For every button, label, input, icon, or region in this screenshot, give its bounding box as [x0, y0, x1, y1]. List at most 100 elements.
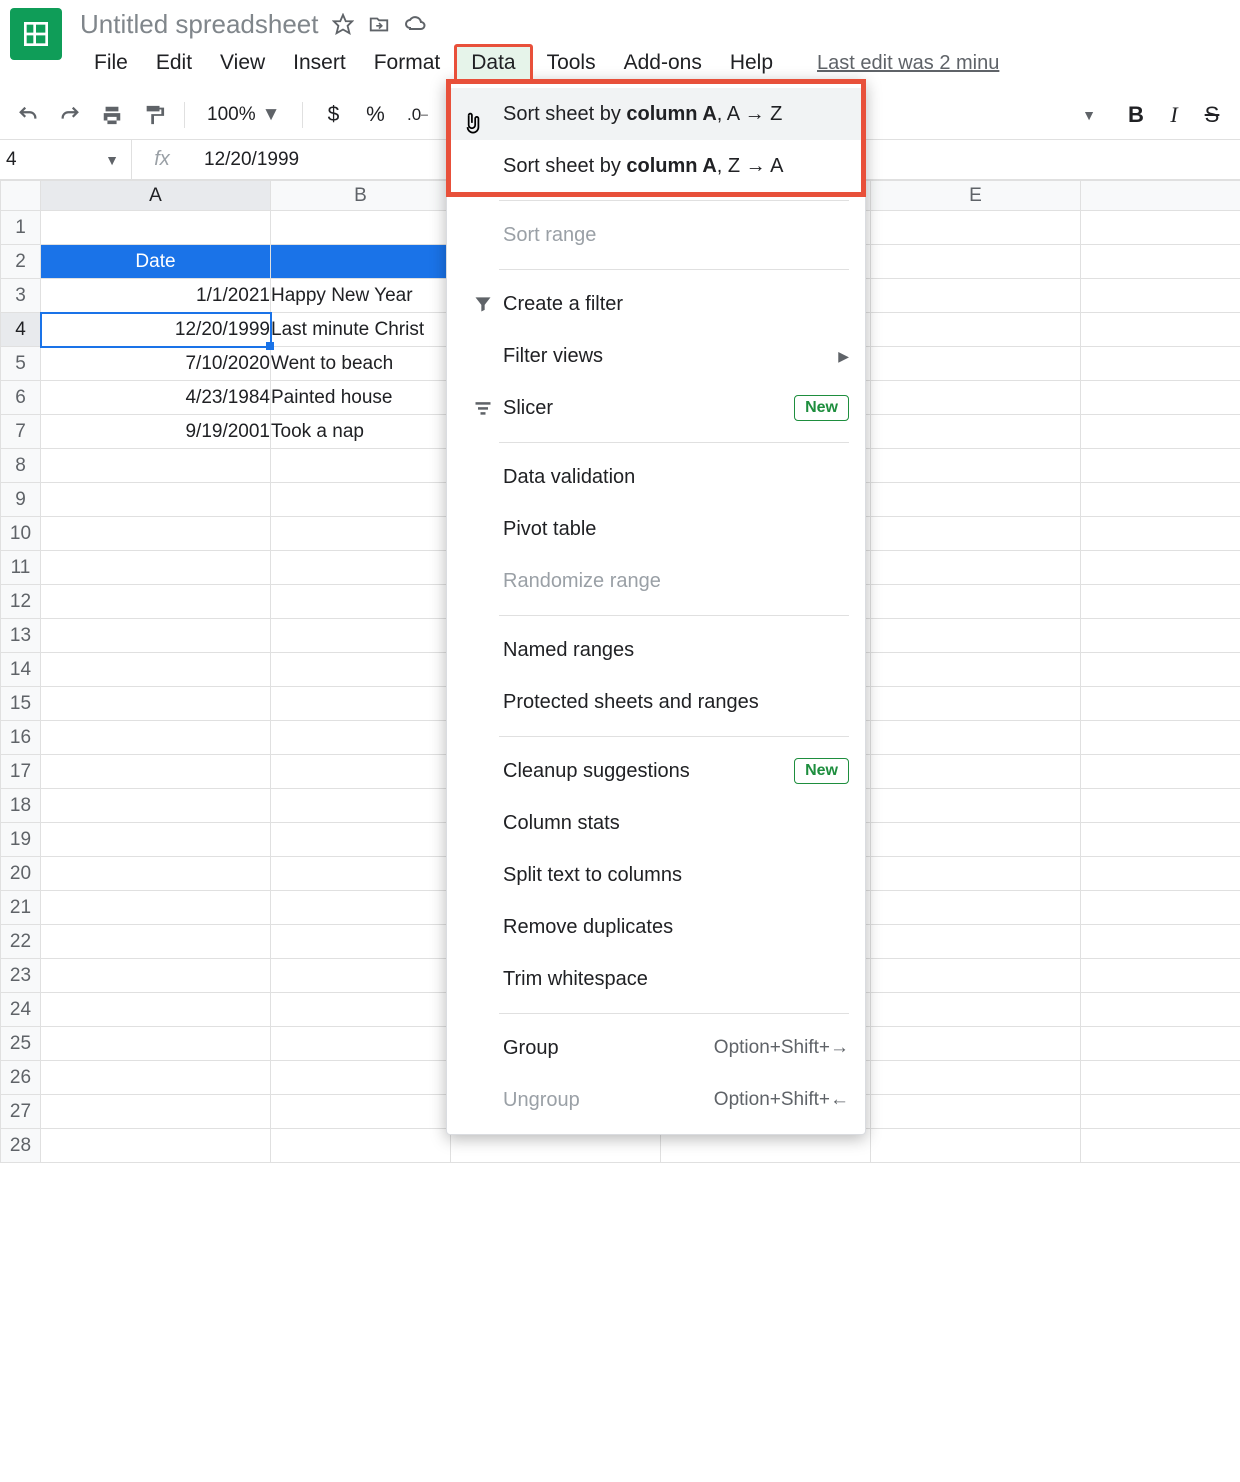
menu-protected[interactable]: Protected sheets and ranges [447, 676, 865, 728]
menu-insert[interactable]: Insert [279, 47, 360, 79]
row-header[interactable]: 9 [1, 483, 41, 517]
menu-view[interactable]: View [206, 47, 279, 79]
sheets-logo[interactable] [10, 8, 62, 60]
currency-button[interactable]: $ [315, 97, 351, 133]
row-header[interactable]: 24 [1, 993, 41, 1027]
caret-down-icon[interactable]: ▼ [1082, 107, 1096, 123]
menu-sort-range: Sort range [447, 209, 865, 261]
cell[interactable]: Date [41, 245, 271, 279]
separator [302, 102, 303, 128]
menu-column-stats[interactable]: Column stats [447, 797, 865, 849]
menu-help[interactable]: Help [716, 47, 787, 79]
menu-sort-za[interactable]: Sort sheet by column A, Z → A [447, 140, 865, 192]
col-header-a[interactable]: A [41, 181, 271, 211]
redo-button[interactable] [52, 97, 88, 133]
cell-selected[interactable]: 12/20/1999 [41, 313, 271, 347]
row-header[interactable]: 4 [1, 313, 41, 347]
row-header[interactable]: 22 [1, 925, 41, 959]
move-icon[interactable] [368, 13, 390, 35]
row-header[interactable]: 15 [1, 687, 41, 721]
menu-remove-duplicates[interactable]: Remove duplicates [447, 901, 865, 953]
separator [499, 1013, 849, 1014]
col-header-e[interactable]: E [871, 181, 1081, 211]
cell[interactable]: 9/19/2001 [41, 415, 271, 449]
menu-edit[interactable]: Edit [142, 47, 206, 79]
menu-ungroup: Ungroup Option+Shift+← [447, 1074, 865, 1126]
row-header[interactable]: 2 [1, 245, 41, 279]
row-header[interactable]: 27 [1, 1095, 41, 1129]
row-header[interactable]: 1 [1, 211, 41, 245]
col-header-f[interactable] [1081, 181, 1240, 211]
bold-button[interactable]: B [1118, 97, 1154, 133]
row-header[interactable]: 5 [1, 347, 41, 381]
select-all-corner[interactable] [1, 181, 41, 211]
italic-button[interactable]: I [1156, 97, 1192, 133]
row-header[interactable]: 25 [1, 1027, 41, 1061]
cloud-icon[interactable] [404, 12, 428, 36]
new-badge: New [794, 395, 849, 421]
zoom-select[interactable]: 100% ▼ [197, 104, 290, 126]
cell[interactable]: Took a nap [271, 415, 451, 449]
print-button[interactable] [94, 97, 130, 133]
separator [499, 736, 849, 737]
menu-label: Sort sheet by column A, Z → A [503, 155, 849, 178]
col-header-b[interactable]: B [271, 181, 451, 211]
row-header[interactable]: 17 [1, 755, 41, 789]
row-header[interactable]: 11 [1, 551, 41, 585]
row-header[interactable]: 10 [1, 517, 41, 551]
menu-pivot-table[interactable]: Pivot table [447, 503, 865, 555]
cell[interactable]: Happy New Year [271, 279, 451, 313]
row-header[interactable]: 13 [1, 619, 41, 653]
menu-file[interactable]: File [80, 47, 142, 79]
row-header[interactable]: 8 [1, 449, 41, 483]
menu-group[interactable]: Group Option+Shift+→ [447, 1022, 865, 1074]
star-icon[interactable] [332, 13, 354, 35]
cell[interactable] [271, 245, 451, 279]
undo-button[interactable] [10, 97, 46, 133]
menu-format[interactable]: Format [360, 47, 455, 79]
caret-down-icon: ▼ [105, 152, 119, 168]
menu-addons[interactable]: Add-ons [610, 47, 716, 79]
cell[interactable]: 4/23/1984 [41, 381, 271, 415]
menu-create-filter[interactable]: Create a filter [447, 278, 865, 330]
row-header[interactable]: 14 [1, 653, 41, 687]
row-header[interactable]: 6 [1, 381, 41, 415]
document-title[interactable]: Untitled spreadsheet [80, 9, 318, 40]
name-box[interactable]: 4 ▼ [0, 140, 132, 179]
menu-cleanup[interactable]: Cleanup suggestions New [447, 745, 865, 797]
cell[interactable]: 1/1/2021 [41, 279, 271, 313]
row-header[interactable]: 18 [1, 789, 41, 823]
separator [184, 102, 185, 128]
row-header[interactable]: 12 [1, 585, 41, 619]
paint-format-button[interactable] [136, 97, 172, 133]
decrease-decimal-button[interactable]: .0_ [399, 97, 435, 133]
last-edit-link[interactable]: Last edit was 2 minu [817, 52, 999, 75]
row-header[interactable]: 21 [1, 891, 41, 925]
menu-split-text[interactable]: Split text to columns [447, 849, 865, 901]
cell[interactable]: Last minute Christ [271, 313, 451, 347]
menu-trim-whitespace[interactable]: Trim whitespace [447, 953, 865, 1005]
row-header[interactable]: 7 [1, 415, 41, 449]
separator [499, 269, 849, 270]
row-header[interactable]: 23 [1, 959, 41, 993]
row-header[interactable]: 28 [1, 1129, 41, 1163]
cell[interactable]: Painted house [271, 381, 451, 415]
menu-data[interactable]: Data [454, 44, 532, 82]
cell[interactable]: 7/10/2020 [41, 347, 271, 381]
row-header[interactable]: 19 [1, 823, 41, 857]
row-header[interactable]: 3 [1, 279, 41, 313]
menu-slicer[interactable]: Slicer New [447, 382, 865, 434]
row-header[interactable]: 16 [1, 721, 41, 755]
percent-button[interactable]: % [357, 97, 393, 133]
row-header[interactable]: 26 [1, 1061, 41, 1095]
menu-label: Sort sheet by column A, A → Z [503, 103, 849, 126]
menu-named-ranges[interactable]: Named ranges [447, 624, 865, 676]
filter-icon [463, 294, 503, 314]
strikethrough-button[interactable]: S [1194, 97, 1230, 133]
row-header[interactable]: 20 [1, 857, 41, 891]
menu-data-validation[interactable]: Data validation [447, 451, 865, 503]
menu-tools[interactable]: Tools [533, 47, 610, 79]
cell[interactable]: Went to beach [271, 347, 451, 381]
menu-filter-views[interactable]: Filter views ▶ [447, 330, 865, 382]
menu-sort-az[interactable]: Sort sheet by column A, A → Z [447, 88, 865, 140]
